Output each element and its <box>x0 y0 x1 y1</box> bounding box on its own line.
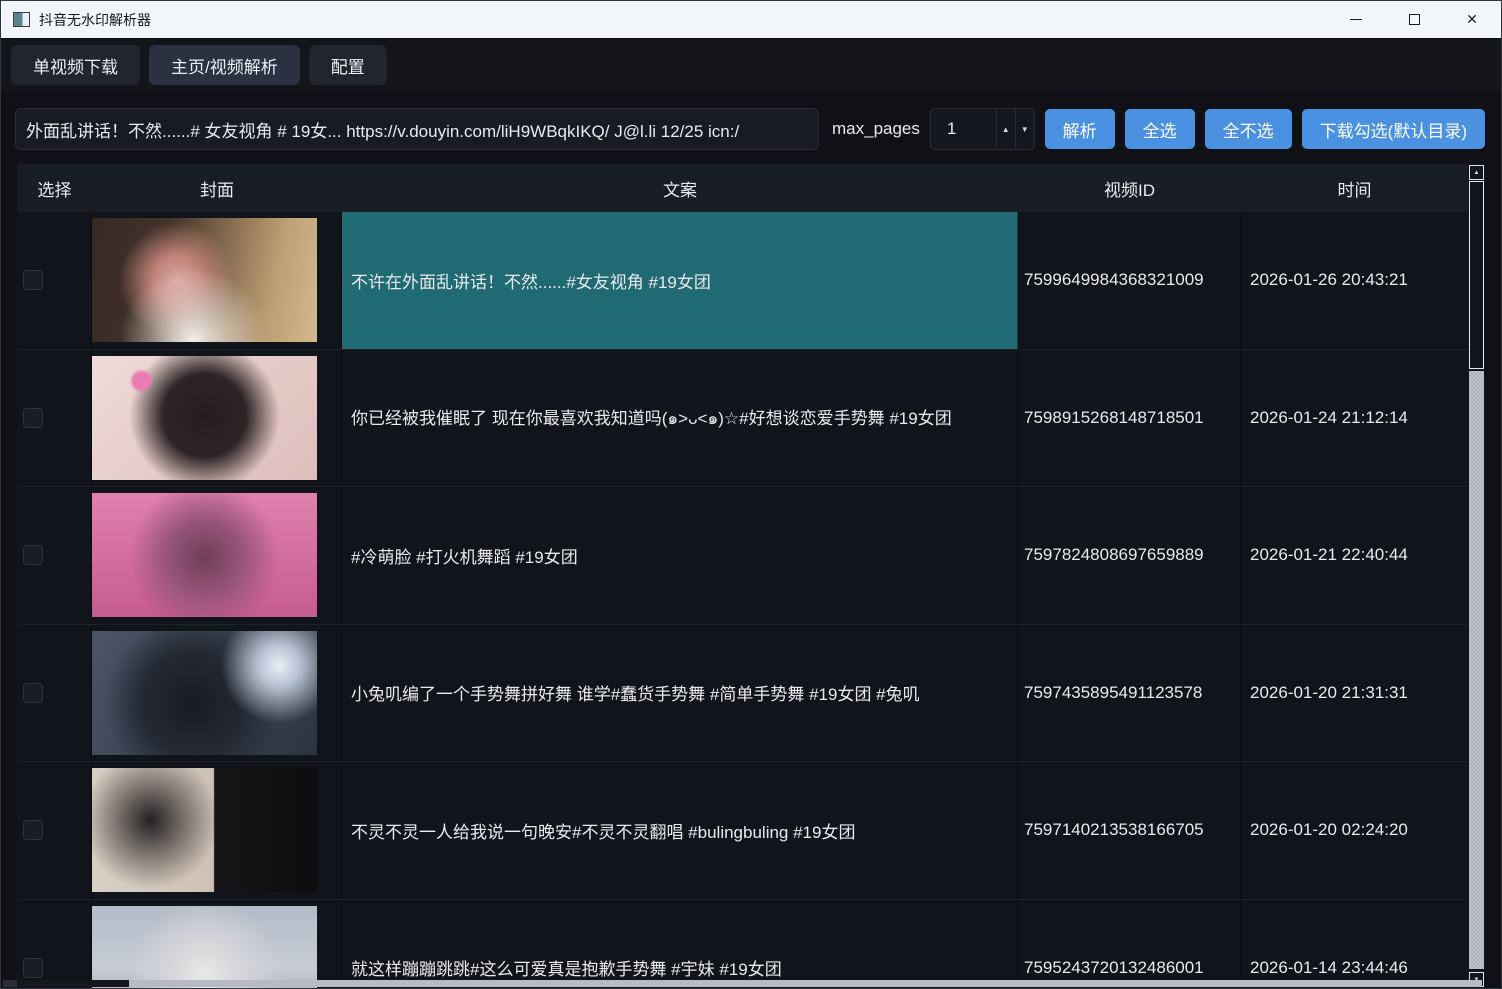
caption-cell[interactable]: 你已经被我催眠了 现在你最喜欢我知道吗(๑>ᴗ<๑)☆#好想谈恋爱手势舞 #19… <box>342 350 1018 487</box>
time: 2026-01-20 21:31:31 <box>1241 625 1468 762</box>
table-body: 不许在外面乱讲话！不然......#女友视角 #19女团 75996499843… <box>17 212 1468 988</box>
tab-single-video-download[interactable]: 单视频下载 <box>11 45 140 85</box>
caption-text: 就这样蹦蹦跳跳#这么可爱真是抱歉手势舞 #宇妹 #19女团 <box>351 955 782 980</box>
cover-thumb[interactable] <box>92 768 317 892</box>
toolbar: max_pages 1 ▲ ▼ 解析 全选 全不选 下载勾选(默认目录) <box>15 108 1485 150</box>
scroll-up-button[interactable]: ▲ <box>1469 165 1484 180</box>
horizontal-scrollbar-thumb[interactable] <box>129 980 1482 987</box>
table-row: 小兔叽编了一个手势舞拼好舞 谁学#蠢货手势舞 #简单手势舞 #19女团 #兔叽 … <box>17 625 1468 763</box>
window-title: 抖音无水印解析器 <box>39 10 151 30</box>
select-cell <box>17 212 92 349</box>
table-row: 不灵不灵一人给我说一句晚安#不灵不灵翻唱 #bulingbuling #19女团… <box>17 762 1468 900</box>
table-row: 你已经被我催眠了 现在你最喜欢我知道吗(๑>ᴗ<๑)☆#好想谈恋爱手势舞 #19… <box>17 350 1468 488</box>
select-all-button[interactable]: 全选 <box>1125 109 1195 149</box>
chevron-down-icon: ▼ <box>1021 125 1029 134</box>
video-id: 7598915268148718501 <box>1018 350 1241 487</box>
caption-cell[interactable]: 不灵不灵一人给我说一句晚安#不灵不灵翻唱 #bulingbuling #19女团 <box>342 762 1018 899</box>
caption-cell[interactable]: 就这样蹦蹦跳跳#这么可爱真是抱歉手势舞 #宇妹 #19女团 <box>342 900 1018 989</box>
minimize-button[interactable] <box>1327 1 1385 38</box>
cover-cell <box>92 350 342 487</box>
time: 2026-01-26 20:43:21 <box>1241 212 1468 349</box>
row-checkbox[interactable] <box>23 683 43 703</box>
header-video-id: 视频ID <box>1018 164 1241 212</box>
tab-config[interactable]: 配置 <box>309 45 387 85</box>
titlebar: 抖音无水印解析器 ✕ <box>1 1 1501 39</box>
caption-text: #冷萌脸 #打火机舞蹈 #19女团 <box>351 543 578 568</box>
header-select: 选择 <box>17 164 92 212</box>
caption-text: 不许在外面乱讲话！不然......#女友视角 #19女团 <box>351 268 711 293</box>
select-cell <box>17 900 92 989</box>
vertical-scrollbar-track[interactable] <box>1469 371 1484 969</box>
row-checkbox[interactable] <box>23 545 43 565</box>
header-cover: 封面 <box>92 164 342 212</box>
horizontal-scrollbar[interactable] <box>3 980 1482 987</box>
cover-cell <box>92 487 342 624</box>
row-checkbox[interactable] <box>23 958 43 978</box>
cover-thumb[interactable] <box>92 493 317 617</box>
spin-down-button[interactable]: ▼ <box>1015 109 1034 149</box>
max-pages-value: 1 <box>931 109 996 149</box>
maximize-icon <box>1409 14 1420 25</box>
time: 2026-01-14 23:44:46 <box>1241 900 1468 989</box>
close-button[interactable]: ✕ <box>1443 1 1501 38</box>
cover-cell <box>92 762 342 899</box>
video-id: 7597435895491123578 <box>1018 625 1241 762</box>
video-table: 选择 封面 文案 视频ID 时间 不许在外面乱讲话！不然......#女友视角 … <box>17 164 1485 988</box>
parse-button[interactable]: 解析 <box>1045 109 1115 149</box>
time: 2026-01-24 21:12:14 <box>1241 350 1468 487</box>
tab-home-video-parse[interactable]: 主页/视频解析 <box>149 45 300 85</box>
select-none-button[interactable]: 全不选 <box>1205 109 1292 149</box>
caption-cell[interactable]: #冷萌脸 #打火机舞蹈 #19女团 <box>342 487 1018 624</box>
video-id: 7597140213538166705 <box>1018 762 1241 899</box>
table-header: 选择 封面 文案 视频ID 时间 <box>17 164 1468 212</box>
vertical-scrollbar-thumb[interactable] <box>1469 181 1484 369</box>
time: 2026-01-20 02:24:20 <box>1241 762 1468 899</box>
spin-up-button[interactable]: ▲ <box>996 109 1015 149</box>
table-row: #冷萌脸 #打火机舞蹈 #19女团 7597824808697659889 20… <box>17 487 1468 625</box>
cover-cell <box>92 900 342 989</box>
cover-cell <box>92 625 342 762</box>
video-id: 7595243720132486001 <box>1018 900 1241 989</box>
table-row: 不许在外面乱讲话！不然......#女友视角 #19女团 75996499843… <box>17 212 1468 350</box>
cover-cell <box>92 212 342 349</box>
maximize-button[interactable] <box>1385 1 1443 38</box>
select-cell <box>17 487 92 624</box>
caption-cell[interactable]: 小兔叽编了一个手势舞拼好舞 谁学#蠢货手势舞 #简单手势舞 #19女团 #兔叽 <box>342 625 1018 762</box>
header-time: 时间 <box>1241 164 1468 212</box>
select-cell <box>17 625 92 762</box>
cover-thumb[interactable] <box>92 218 317 342</box>
time: 2026-01-21 22:40:44 <box>1241 487 1468 624</box>
cover-thumb[interactable] <box>92 356 317 480</box>
video-id: 7599649984368321009 <box>1018 212 1241 349</box>
row-checkbox[interactable] <box>23 270 43 290</box>
scroll-up-icon: ▲ <box>1474 170 1480 176</box>
cover-thumb[interactable] <box>92 631 317 755</box>
vertical-scrollbar[interactable]: ▲ ▼ <box>1468 164 1485 988</box>
download-checked-button[interactable]: 下载勾选(默认目录) <box>1302 109 1485 149</box>
url-input[interactable] <box>15 108 819 150</box>
close-icon: ✕ <box>1466 11 1478 28</box>
caption-text: 小兔叽编了一个手势舞拼好舞 谁学#蠢货手势舞 #简单手势舞 #19女团 #兔叽 <box>351 680 920 705</box>
header-caption: 文案 <box>342 164 1018 212</box>
max-pages-stepper[interactable]: 1 ▲ ▼ <box>930 108 1035 150</box>
cover-thumb[interactable] <box>92 906 317 988</box>
caption-text: 不灵不灵一人给我说一句晚安#不灵不灵翻唱 #bulingbuling #19女团 <box>351 818 855 843</box>
app-icon <box>13 12 30 27</box>
chevron-up-icon: ▲ <box>1002 125 1010 134</box>
table-row: 就这样蹦蹦跳跳#这么可爱真是抱歉手势舞 #宇妹 #19女团 7595243720… <box>17 900 1468 989</box>
minimize-icon <box>1350 19 1362 21</box>
max-pages-label: max_pages <box>832 119 920 139</box>
caption-cell[interactable]: 不许在外面乱讲话！不然......#女友视角 #19女团 <box>342 212 1018 349</box>
horizontal-scrollbar-left[interactable] <box>3 980 17 987</box>
caption-text: 你已经被我催眠了 现在你最喜欢我知道吗(๑>ᴗ<๑)☆#好想谈恋爱手势舞 #19… <box>351 404 952 432</box>
select-cell <box>17 350 92 487</box>
row-checkbox[interactable] <box>23 820 43 840</box>
row-checkbox[interactable] <box>23 408 43 428</box>
video-id: 7597824808697659889 <box>1018 487 1241 624</box>
select-cell <box>17 762 92 899</box>
tab-bar: 单视频下载 主页/视频解析 配置 <box>1 39 1501 91</box>
